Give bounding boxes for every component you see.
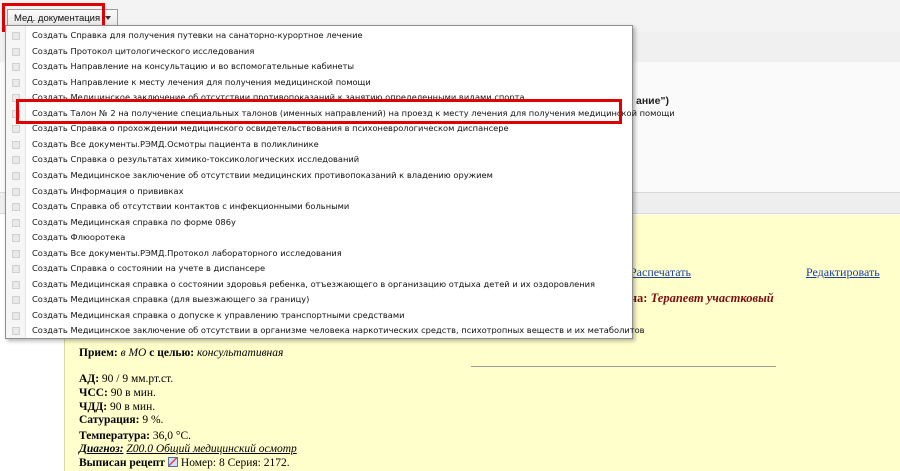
ad-value: 90 / 9 мм.рт.ст. bbox=[101, 373, 174, 385]
ad-label: АД: bbox=[79, 373, 100, 385]
menu-item-label: Создать Информация о прививках bbox=[32, 185, 184, 196]
diagnosis-value[interactable]: Z00.0 Общий медицинский осмотр bbox=[126, 443, 296, 455]
temperature-row: Температура: 36,0 °C. bbox=[79, 430, 191, 442]
menu-item-label: Создать Справка об отсутствии контактов … bbox=[32, 201, 350, 212]
saturation-label: Сатурация: bbox=[79, 414, 140, 426]
dropdown-menu-item[interactable]: Создать Информация о прививках bbox=[6, 184, 632, 200]
menu-item-icon bbox=[12, 78, 20, 87]
menu-item-label: Создать Направление к месту лечения для … bbox=[32, 76, 371, 87]
menu-item-icon bbox=[12, 125, 20, 134]
menu-item-icon bbox=[12, 203, 20, 212]
dropdown-menu-item[interactable]: Создать Флюоротека bbox=[6, 230, 632, 246]
highlight-box-talon-item bbox=[16, 99, 622, 124]
menu-item-icon bbox=[12, 218, 20, 227]
menu-item-icon bbox=[12, 265, 20, 274]
menu-item-label: Создать Направление на консультацию и во… bbox=[32, 61, 355, 72]
menu-item-label: Создать Медицинская справка по форме 086… bbox=[32, 216, 236, 227]
prescription-value: Номер: 8 Серия: 2172. bbox=[180, 457, 290, 469]
dropdown-menu-item[interactable]: Создать Справка для получения путевки на… bbox=[6, 28, 632, 44]
menu-item-label: Создать Справка для получения путевки на… bbox=[32, 30, 363, 40]
menu-item-label: Создать Медицинская справка о допуске к … bbox=[32, 309, 405, 320]
dropdown-menu-item[interactable]: Создать Справка об отсутствии контактов … bbox=[6, 199, 632, 215]
chss-value: 90 в мин. bbox=[110, 387, 156, 399]
menu-item-icon bbox=[12, 280, 20, 289]
menu-item-label: Создать Справка о состоянии на учете в д… bbox=[32, 263, 266, 274]
dropdown-menu-item[interactable]: Создать Медицинская справка по форме 086… bbox=[6, 215, 632, 231]
menu-item-icon bbox=[12, 171, 20, 180]
visit-label: Прием: bbox=[79, 347, 118, 359]
menu-item-label: Создать Протокол цитологического исследо… bbox=[32, 45, 255, 56]
visit-place: в МО bbox=[120, 347, 147, 359]
visit-purpose-label: с целью: bbox=[149, 347, 195, 359]
doctor-value: Терапевт участковый bbox=[650, 291, 774, 305]
saturation-row: Сатурация: 9 %. bbox=[79, 414, 163, 426]
menu-item-icon bbox=[12, 32, 20, 40]
med-docs-dropdown-menu: Создать Справка для получения путевки на… bbox=[5, 25, 675, 339]
dropdown-menu-item[interactable]: Создать Медицинская справка о состоянии … bbox=[6, 277, 632, 293]
menu-item-icon bbox=[12, 63, 20, 72]
menu-item-label: Создать Все документы.РЭМД.Протокол лабо… bbox=[32, 247, 342, 258]
dropdown-menu-item[interactable]: Создать Медицинская справка (для выезжаю… bbox=[6, 292, 632, 308]
dropdown-menu-item[interactable]: Создать Медицинская справка о допуске к … bbox=[6, 308, 632, 324]
menu-item-icon bbox=[12, 327, 20, 336]
diagnosis-label: Диагноз: bbox=[79, 443, 124, 455]
dropdown-menu-item[interactable]: Создать Медицинское заключение об отсутс… bbox=[6, 168, 632, 184]
menu-item-icon bbox=[12, 311, 20, 320]
caret-down-icon bbox=[105, 16, 112, 21]
prescription-row: Выписан рецепт Номер: 8 Серия: 2172. bbox=[79, 457, 290, 469]
menu-item-icon bbox=[12, 234, 20, 243]
menu-item-icon bbox=[12, 140, 20, 149]
background-text-fragment: ание") bbox=[636, 95, 669, 107]
dropdown-menu-item[interactable]: Создать Протокол цитологического исследо… bbox=[6, 44, 632, 60]
diagnosis-row[interactable]: Диагноз: Z00.0 Общий медицинский осмотр bbox=[79, 443, 297, 455]
menu-item-icon bbox=[12, 249, 20, 258]
dropdown-menu-item[interactable]: Создать Направление к месту лечения для … bbox=[6, 75, 632, 91]
dropdown-menu-item[interactable]: Создать Справка о состоянии на учете в д… bbox=[6, 261, 632, 277]
chdd-value: 90 в мин. bbox=[109, 401, 156, 413]
menu-item-label: Создать Медицинская справка о состоянии … bbox=[32, 278, 596, 289]
menu-item-label: Создать Справка о результатах химико-ток… bbox=[32, 154, 360, 165]
prescription-label: Выписан рецепт bbox=[79, 457, 165, 469]
temperature-label: Температура: bbox=[79, 430, 150, 442]
dropdown-menu-item[interactable]: Создать Все документы.РЭМД.Осмотры пацие… bbox=[6, 137, 632, 153]
menu-item-label: Создать Медицинское заключение об отсутс… bbox=[32, 169, 493, 180]
visit-purpose: консультативная bbox=[197, 347, 284, 359]
chdd-row: ЧДД: 90 в мин. bbox=[79, 401, 155, 413]
ad-row: АД: 90 / 9 мм.рт.ст. bbox=[79, 373, 173, 385]
dropdown-menu-item[interactable]: Создать Направление на консультацию и во… bbox=[6, 59, 632, 75]
doctor-specialty: ча: Терапевт участковый bbox=[630, 291, 774, 306]
visit-row: Прием: в МО с целью: консультативная bbox=[79, 347, 283, 359]
chdd-label: ЧДД: bbox=[79, 401, 108, 413]
edit-link[interactable]: Редактировать bbox=[806, 265, 880, 280]
menu-item-icon bbox=[12, 47, 20, 56]
dropdown-menu-item[interactable]: Создать Медицинское заключение об отсутс… bbox=[6, 323, 645, 339]
chss-label: ЧСС: bbox=[79, 387, 108, 399]
menu-item-label: Создать Все документы.РЭМД.Осмотры пацие… bbox=[32, 138, 319, 149]
menu-item-label: Создать Медицинское заключение об отсутс… bbox=[32, 325, 645, 336]
temperature-value: 36,0 °C. bbox=[152, 430, 192, 442]
dropdown-menu-item[interactable]: Создать Все документы.РЭМД.Протокол лабо… bbox=[6, 246, 632, 262]
menu-item-label: Создать Справка о прохождении медицинско… bbox=[32, 123, 509, 134]
saturation-value: 9 %. bbox=[142, 414, 164, 426]
edit-pencil-icon[interactable] bbox=[167, 457, 178, 467]
menu-item-label: Создать Флюоротека bbox=[32, 232, 126, 243]
print-link[interactable]: Распечатать bbox=[630, 265, 691, 280]
chss-row: ЧСС: 90 в мин. bbox=[79, 387, 156, 399]
dropdown-menu-item[interactable]: Создать Справка о результатах химико-ток… bbox=[6, 152, 632, 168]
separator-line bbox=[471, 366, 776, 367]
menu-item-icon bbox=[12, 156, 20, 165]
menu-item-icon bbox=[12, 187, 20, 196]
menu-item-label: Создать Медицинская справка (для выезжаю… bbox=[32, 294, 310, 305]
menu-item-icon bbox=[12, 296, 20, 305]
